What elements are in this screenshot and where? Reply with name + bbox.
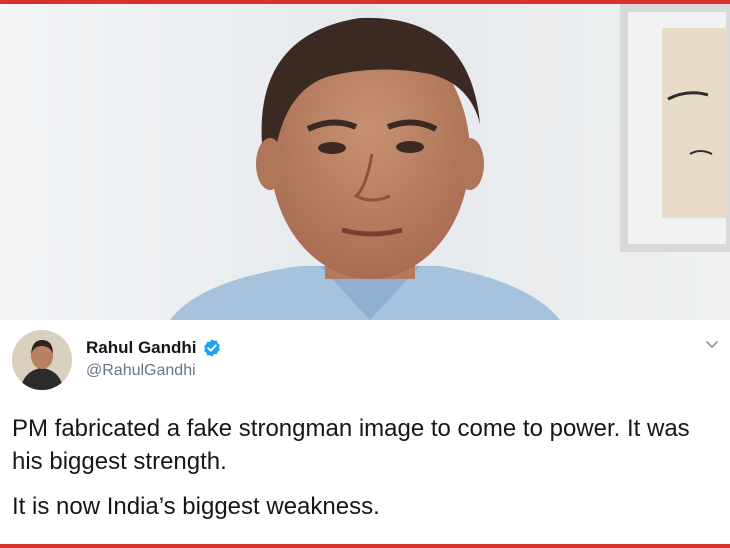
video-still-photo [0,4,730,320]
author-name-row: Rahul Gandhi [86,338,222,358]
tweet-paragraph: It is now India’s biggest weakness. [12,493,380,520]
bottom-accent-bar [0,544,730,548]
verified-badge-icon [203,339,220,357]
tweet-card: Rahul Gandhi @RahulGandhi PM fabricated … [0,320,730,544]
author-handle[interactable]: @RahulGandhi [86,362,196,380]
tweet-paragraph: PM fabricated a fake strongman image to … [12,415,690,475]
chevron-down-icon[interactable] [704,336,720,352]
author-display-name[interactable]: Rahul Gandhi [86,338,197,358]
tweet-text: PM fabricated a fake strongman image to … [12,412,712,535]
avatar[interactable] [12,330,72,390]
